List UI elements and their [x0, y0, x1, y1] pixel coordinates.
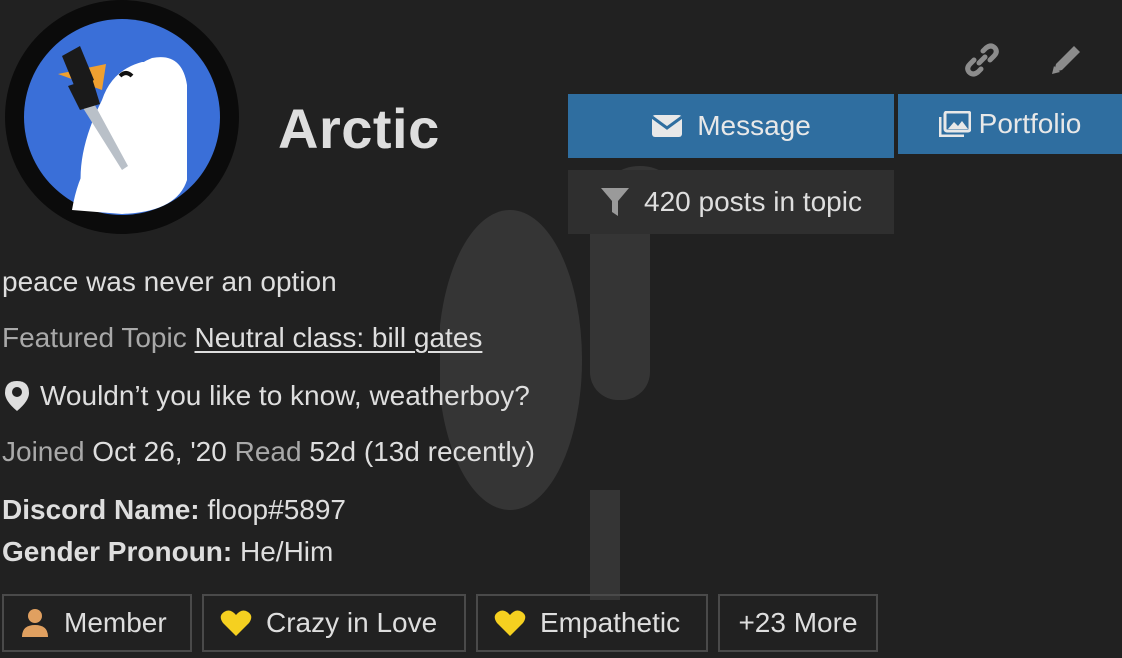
user-icon	[22, 609, 48, 637]
featured-topic: Featured Topic Neutral class: bill gates	[2, 322, 482, 354]
images-icon	[938, 111, 971, 137]
discord-name-label: Discord Name:	[2, 494, 200, 525]
badge-empathetic[interactable]: Empathetic	[476, 594, 708, 652]
gender-pronoun-value: He/Him	[240, 536, 334, 567]
portfolio-button-label: Portfolio	[978, 108, 1082, 139]
pencil-icon[interactable]	[1046, 40, 1086, 80]
joined-value: Oct 26, '20	[92, 436, 227, 467]
message-button[interactable]: Message	[568, 94, 894, 158]
filter-posts-button[interactable]: 420 posts in topic	[568, 170, 894, 234]
heart-icon	[220, 610, 252, 636]
badge-label: Crazy in Love	[266, 607, 438, 638]
badge-more[interactable]: +23 More	[718, 594, 878, 652]
avatar[interactable]	[2, 0, 242, 234]
joined-label: Joined	[2, 436, 85, 467]
message-button-label: Message	[697, 110, 811, 141]
envelope-icon	[651, 115, 684, 137]
portfolio-button[interactable]: Portfolio	[898, 94, 1122, 154]
location: Wouldn’t you like to know, weatherboy?	[2, 380, 530, 412]
username: Arctic	[278, 97, 440, 160]
location-text: Wouldn’t you like to know, weatherboy?	[40, 380, 530, 411]
discord-name-field: Discord Name: floop#5897	[2, 494, 346, 526]
read-label: Read	[234, 436, 302, 467]
featured-topic-label: Featured Topic	[2, 322, 187, 353]
badge-member[interactable]: Member	[2, 594, 192, 652]
user-stats: Joined Oct 26, '20 Read 52d (13d recentl…	[2, 436, 535, 468]
heart-icon	[494, 610, 526, 636]
read-value: 52d (13d recently)	[309, 436, 536, 467]
filter-icon	[601, 188, 630, 216]
badge-label: Member	[64, 607, 167, 638]
user-bio: peace was never an option	[2, 266, 337, 297]
filter-posts-label: 420 posts in topic	[644, 186, 862, 217]
badge-label: Empathetic	[540, 607, 681, 638]
discord-name-value: floop#5897	[207, 494, 346, 525]
map-pin-icon	[5, 381, 29, 411]
badge-list: Member Crazy in Love Empathetic +23 More	[2, 594, 878, 652]
featured-topic-link[interactable]: Neutral class: bill gates	[195, 322, 483, 353]
link-icon[interactable]	[962, 40, 1002, 80]
gender-pronoun-label: Gender Pronoun:	[2, 536, 233, 567]
badge-crazy-in-love[interactable]: Crazy in Love	[202, 594, 466, 652]
badge-more-label: +23 More	[738, 607, 858, 638]
gender-pronoun-field: Gender Pronoun: He/Him	[2, 536, 333, 568]
